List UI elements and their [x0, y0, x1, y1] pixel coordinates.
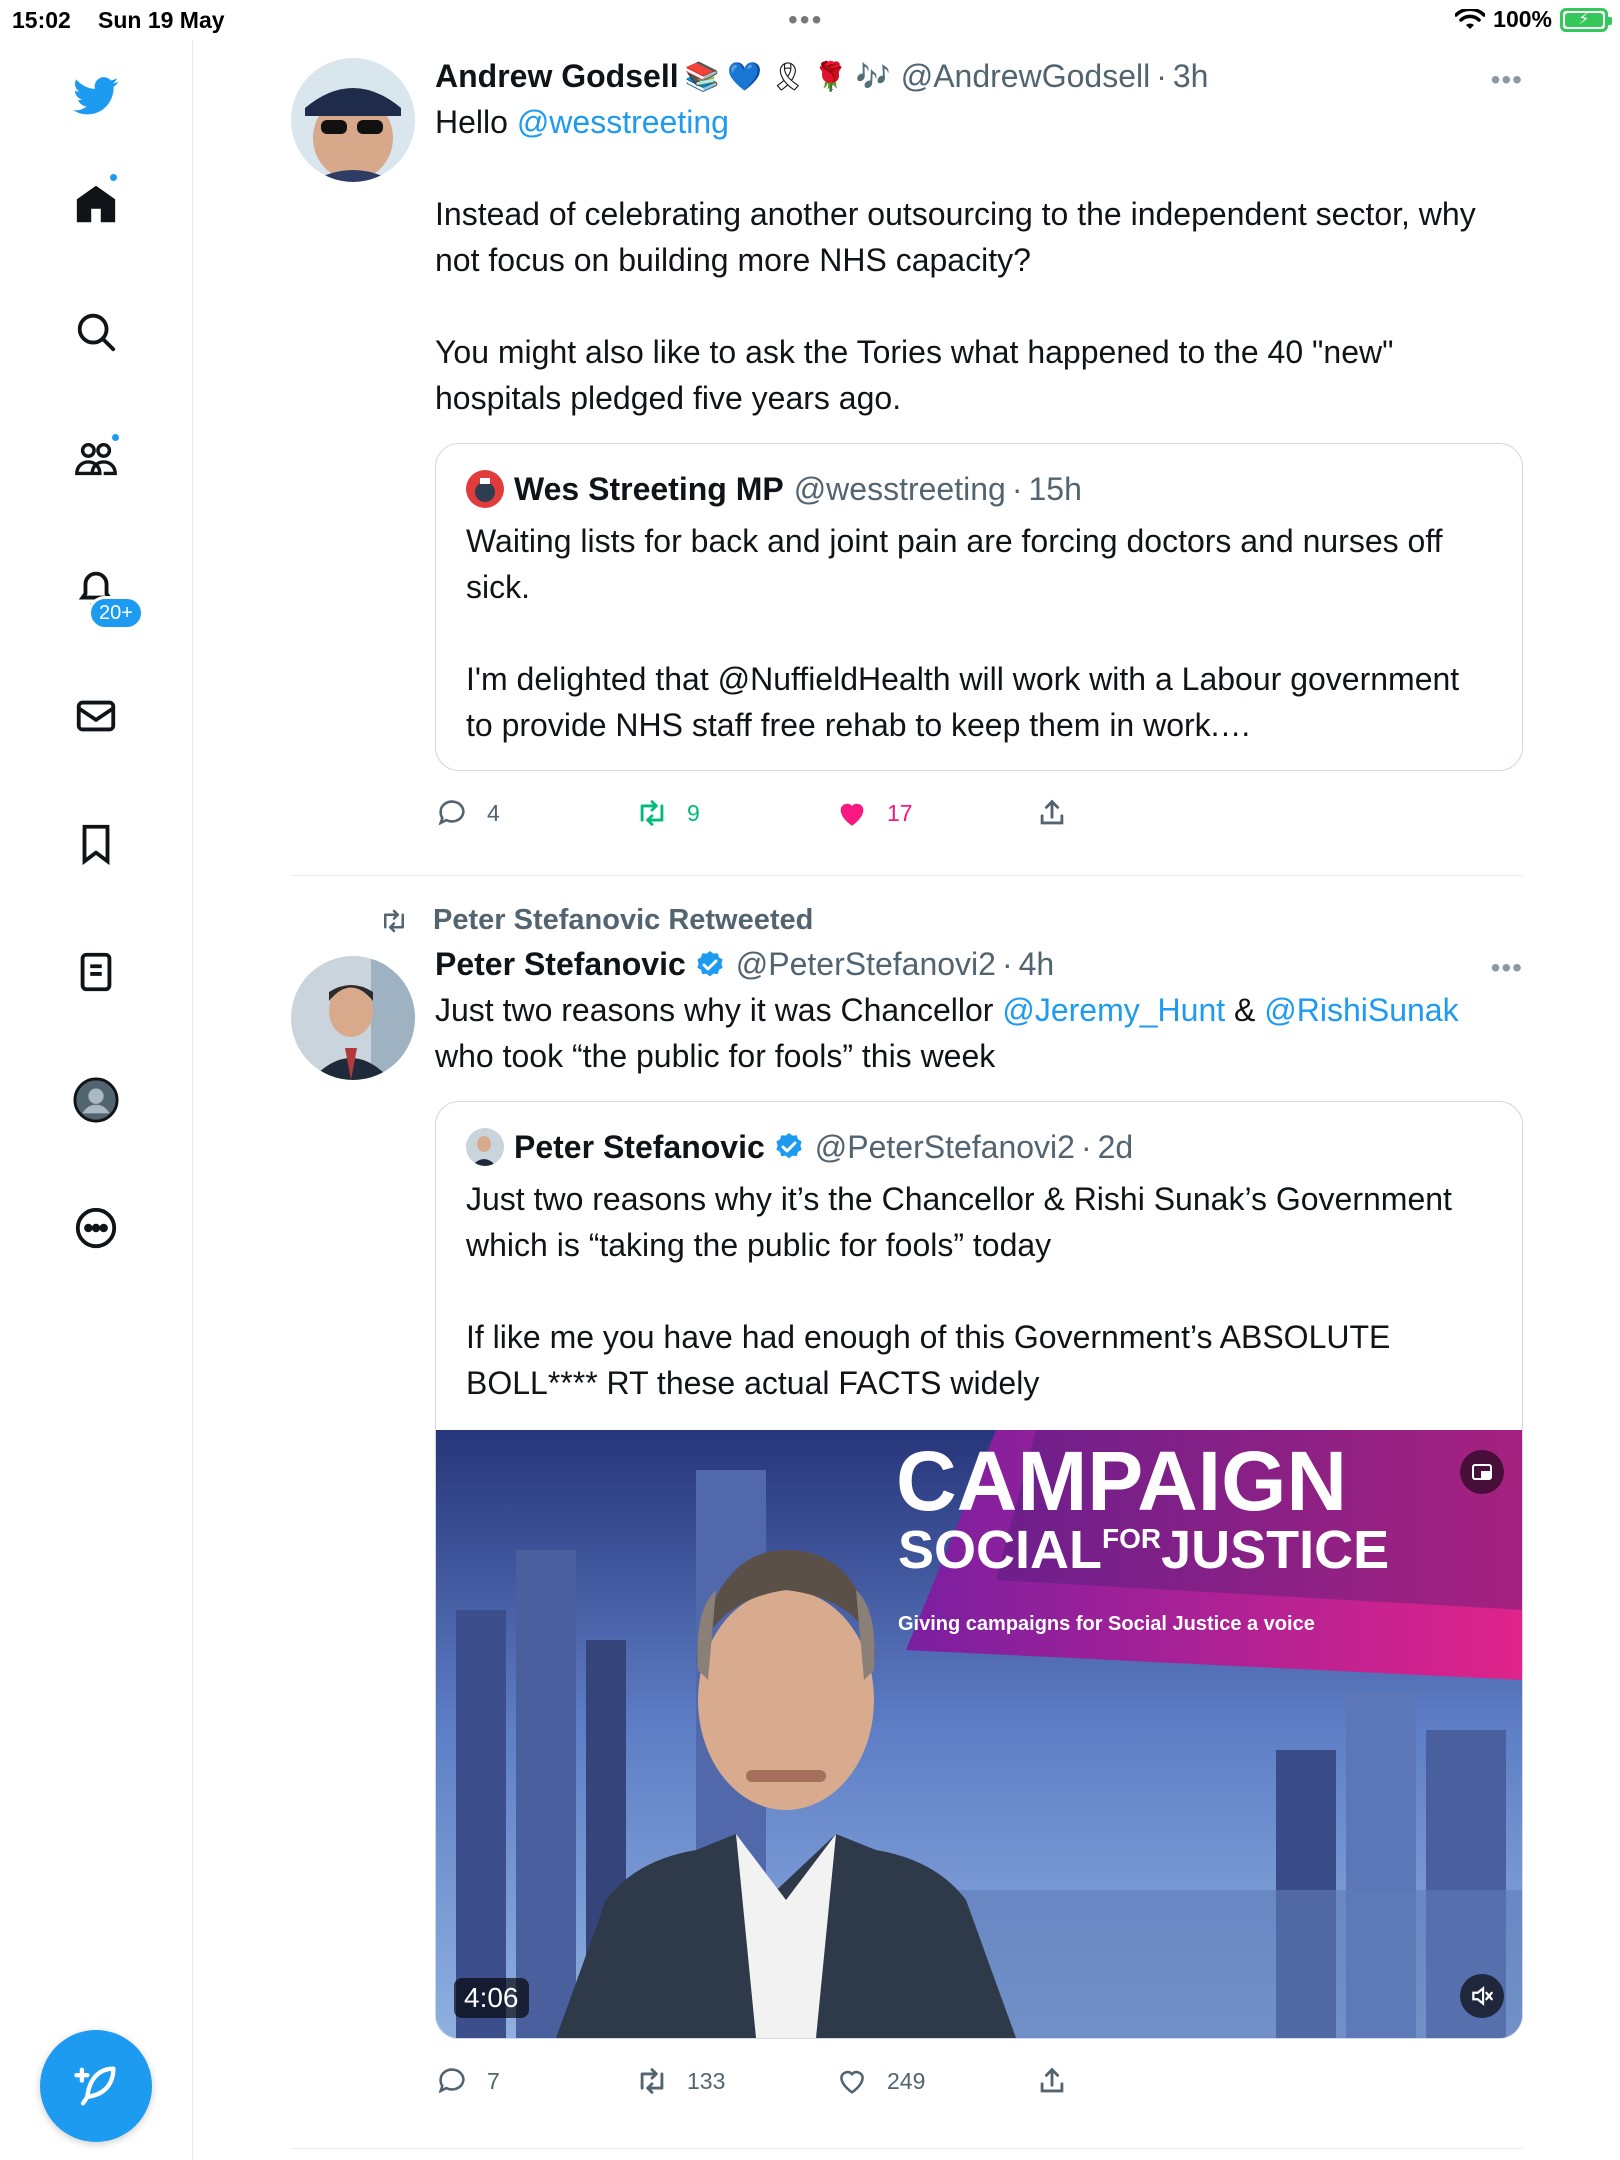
video-thumbnail: CAMPAIGN SOCIALFORJUSTICE Giving campaig… [436, 1430, 1522, 2038]
reply-icon [438, 800, 465, 826]
author-handle[interactable]: @AndrewGodsell [901, 58, 1150, 95]
heart-icon [840, 2070, 864, 2094]
author-handle[interactable]: @PeterStefanovi2 [736, 946, 996, 983]
nav-more-icon[interactable] [64, 1196, 128, 1260]
more-options-icon[interactable]: ••• [1491, 952, 1523, 984]
heart-filled-icon [840, 803, 864, 826]
quote-avatar [466, 470, 504, 508]
nav-profile-avatar-icon[interactable] [64, 1068, 128, 1132]
quote-author-name: Peter Stefanovic [514, 1128, 765, 1165]
nav-explore-search-icon[interactable] [64, 300, 128, 364]
quote-time: 15h [1028, 470, 1082, 507]
tweet-text: Just two reasons why it was Chancellor @… [435, 992, 1459, 1074]
battery-icon: ⚡ [1560, 7, 1612, 32]
tweet-time[interactable]: 3h [1173, 58, 1209, 95]
twitter-logo-icon[interactable] [64, 64, 128, 128]
nav-communities-icon[interactable] [64, 428, 128, 492]
reply-count: 4 [487, 799, 500, 826]
quote-text: Waiting lists for back and joint pain ar… [466, 523, 1460, 743]
retweet-count: 9 [687, 799, 700, 826]
reply-icon [438, 2068, 465, 2094]
retweeted-by[interactable]: Peter Stefanovic Retweeted [375, 904, 813, 937]
retweet-icon [640, 2068, 664, 2094]
compose-tweet-button[interactable] [40, 2030, 152, 2142]
verified-badge-icon [697, 950, 723, 976]
avatar[interactable] [291, 58, 415, 182]
mention-link[interactable]: @Jeremy_Hunt [1002, 992, 1225, 1028]
like-count: 249 [887, 2067, 926, 2094]
status-time: 15:02 [12, 7, 71, 33]
status-date: Sun 19 May [98, 7, 225, 33]
more-options-icon[interactable]: ••• [1491, 64, 1523, 96]
battery-percent: 100% [1493, 6, 1552, 32]
nav-home-icon[interactable] [64, 172, 128, 236]
nav-bookmarks-icon[interactable] [64, 812, 128, 876]
banner-line2a: SOCIAL [898, 1520, 1102, 1580]
share-button[interactable] [1035, 796, 1235, 830]
quote-author-handle: @PeterStefanovi2 [814, 1128, 1075, 1165]
quoted-tweet[interactable]: Wes Streeting MP @wesstreeting · 15h Wai… [435, 443, 1523, 771]
tweet-actions: 4 9 17 [435, 791, 1523, 835]
reply-count: 7 [487, 2067, 500, 2094]
retweet-button[interactable]: 9 [635, 796, 835, 830]
nav-messages-icon[interactable] [64, 684, 128, 748]
mention-link[interactable]: @wesstreeting [517, 104, 729, 140]
author-name[interactable]: Peter Stefanovic [435, 946, 686, 983]
quote-text: Just two reasons why it’s the Chancellor… [466, 1181, 1452, 1401]
home-new-dot [108, 172, 119, 183]
mute-toggle-icon[interactable] [1460, 1974, 1504, 2018]
tweet-time[interactable]: 4h [1019, 946, 1055, 983]
like-button[interactable]: 249 [835, 2064, 1035, 2098]
share-icon [1040, 799, 1064, 825]
notifications-count-badge: 20+ [88, 596, 144, 630]
retweet-count: 133 [687, 2067, 726, 2094]
status-bar: 15:02 Sun 19 May ••• 100% ⚡ [0, 0, 1620, 40]
author-emojis: 📚 💙 🎗 🌹 🎶 [684, 61, 891, 92]
verified-badge-icon [776, 1133, 802, 1159]
quote-author-handle: @wesstreeting [793, 470, 1006, 507]
quoted-tweet[interactable]: Peter Stefanovic @PeterStefanovi2 · 2d J… [435, 1101, 1523, 2039]
banner-line2c: JUSTICE [1161, 1520, 1389, 1580]
nav-lists-icon[interactable] [64, 940, 128, 1004]
communities-new-dot [110, 432, 121, 443]
quote-avatar [466, 1128, 504, 1166]
share-button[interactable] [1035, 2064, 1235, 2098]
author-name[interactable]: Andrew Godsell [435, 58, 679, 95]
sidebar-nav: 20+ [0, 40, 193, 2160]
retweet-icon [640, 800, 664, 826]
retweet-button[interactable]: 133 [635, 2064, 835, 2098]
tweet-divider [291, 875, 1523, 876]
tweet[interactable]: Peter Stefanovic Retweeted Peter Stefano… [291, 904, 1523, 2144]
tweet-divider [291, 2148, 1523, 2149]
share-icon [1040, 2067, 1064, 2093]
avatar[interactable] [291, 956, 415, 1080]
multitasking-dots-icon[interactable]: ••• [788, 4, 823, 36]
video-player[interactable]: CAMPAIGN SOCIALFORJUSTICE Giving campaig… [436, 1430, 1522, 2038]
banner-line1: CAMPAIGN [896, 1434, 1347, 1528]
reply-button[interactable]: 4 [435, 796, 635, 830]
reply-button[interactable]: 7 [435, 2064, 635, 2098]
quote-author-name: Wes Streeting MP [514, 470, 784, 507]
banner-line2b: FOR [1102, 1523, 1161, 1554]
picture-in-picture-icon[interactable] [1460, 1450, 1504, 1494]
tweet[interactable]: Andrew Godsell 📚 💙 🎗 🌹 🎶 @AndrewGodsell … [291, 58, 1523, 888]
compose-feather-icon [74, 2066, 116, 2106]
tweet-actions: 7 133 249 [435, 2059, 1523, 2103]
banner-tagline: Giving campaigns for Social Justice a vo… [898, 1613, 1315, 1635]
wifi-icon [1455, 8, 1486, 29]
quote-time: 2d [1097, 1128, 1134, 1165]
tweet-text: Hello @wesstreeting Instead of celebrati… [435, 104, 1476, 416]
video-duration: 4:06 [454, 1978, 529, 2018]
retweet-icon [384, 909, 404, 932]
mention-link[interactable]: @RishiSunak [1264, 992, 1458, 1028]
like-count: 17 [887, 799, 913, 826]
like-button[interactable]: 17 [835, 796, 1035, 830]
